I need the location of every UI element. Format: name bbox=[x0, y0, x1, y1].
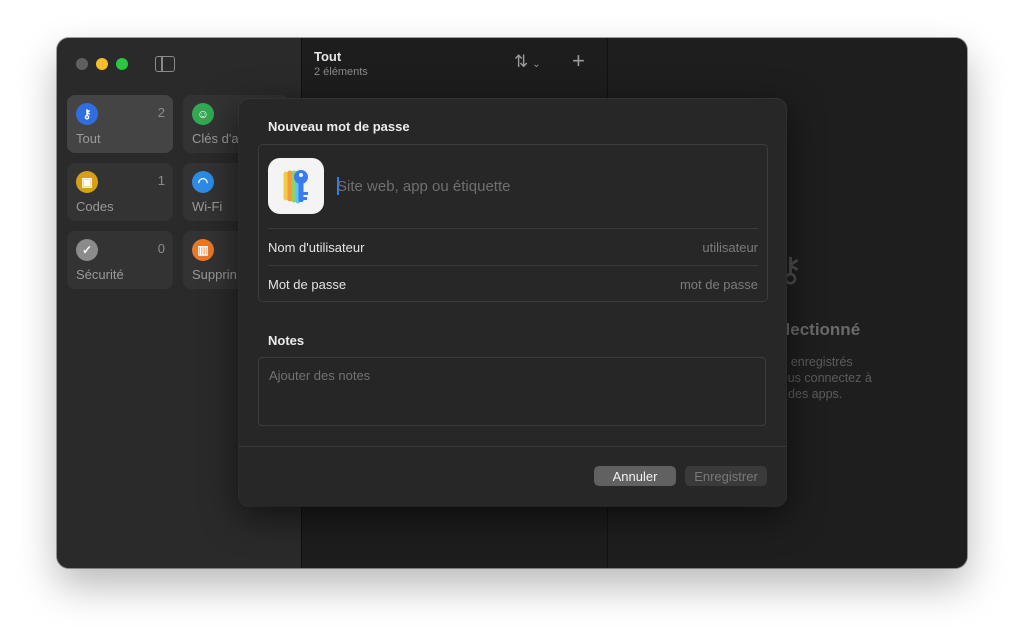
sidebar-tile-tout[interactable]: ⚷ 2 Tout bbox=[67, 95, 173, 153]
tile-label: Sécurité bbox=[76, 267, 124, 282]
divider bbox=[268, 265, 758, 266]
add-icon[interactable]: + bbox=[572, 48, 585, 74]
tile-label: Wi-Fi bbox=[192, 199, 223, 214]
tile-label: Codes bbox=[76, 199, 114, 214]
lock-icon: ▣ bbox=[76, 171, 98, 193]
trash-icon: ▥ bbox=[192, 239, 214, 261]
close-window-button[interactable] bbox=[76, 58, 88, 70]
tile-label: Supprin bbox=[192, 267, 237, 282]
person-key-icon: ☺ bbox=[192, 103, 214, 125]
tile-label: Tout bbox=[76, 131, 101, 146]
site-input[interactable] bbox=[337, 175, 747, 197]
footer-divider bbox=[239, 446, 786, 447]
tile-count: 2 bbox=[157, 105, 165, 120]
username-label: Nom d'utilisateur bbox=[268, 240, 365, 255]
sidebar-tile-codes[interactable]: ▣ 1 Codes bbox=[67, 163, 173, 221]
maximize-window-button[interactable] bbox=[116, 58, 128, 70]
list-item-count: 2 éléments bbox=[314, 66, 368, 78]
cancel-button[interactable]: Annuler bbox=[594, 466, 676, 486]
password-label: Mot de passe bbox=[268, 277, 347, 292]
checkmark-icon: ✓ bbox=[76, 239, 98, 261]
notes-field[interactable] bbox=[258, 357, 766, 426]
username-field[interactable] bbox=[478, 240, 758, 255]
wifi-icon: ◠ bbox=[192, 171, 214, 193]
list-title: Tout bbox=[314, 49, 342, 64]
notes-label: Notes bbox=[268, 333, 305, 348]
sidebar-toggle-icon[interactable] bbox=[155, 56, 175, 72]
minimize-window-button[interactable] bbox=[96, 58, 108, 70]
tile-count: 0 bbox=[157, 241, 165, 256]
divider bbox=[268, 228, 758, 229]
passwords-app-icon bbox=[268, 158, 324, 214]
sidebar-tile-security[interactable]: ✓ 0 Sécurité bbox=[67, 231, 173, 289]
dialog-title: Nouveau mot de passe bbox=[268, 119, 410, 134]
tile-label: Clés d'a bbox=[192, 131, 239, 146]
credentials-box: Nom d'utilisateur Mot de passe bbox=[258, 144, 768, 302]
password-field[interactable] bbox=[478, 277, 758, 292]
tile-count: 1 bbox=[157, 173, 165, 188]
new-password-dialog: Nouveau mot de passe Nom d'utilisateur bbox=[239, 99, 786, 506]
sort-icon[interactable]: ⇅ ⌄ bbox=[514, 52, 541, 72]
save-button[interactable]: Enregistrer bbox=[685, 466, 767, 486]
key-icon: ⚷ bbox=[76, 103, 98, 125]
